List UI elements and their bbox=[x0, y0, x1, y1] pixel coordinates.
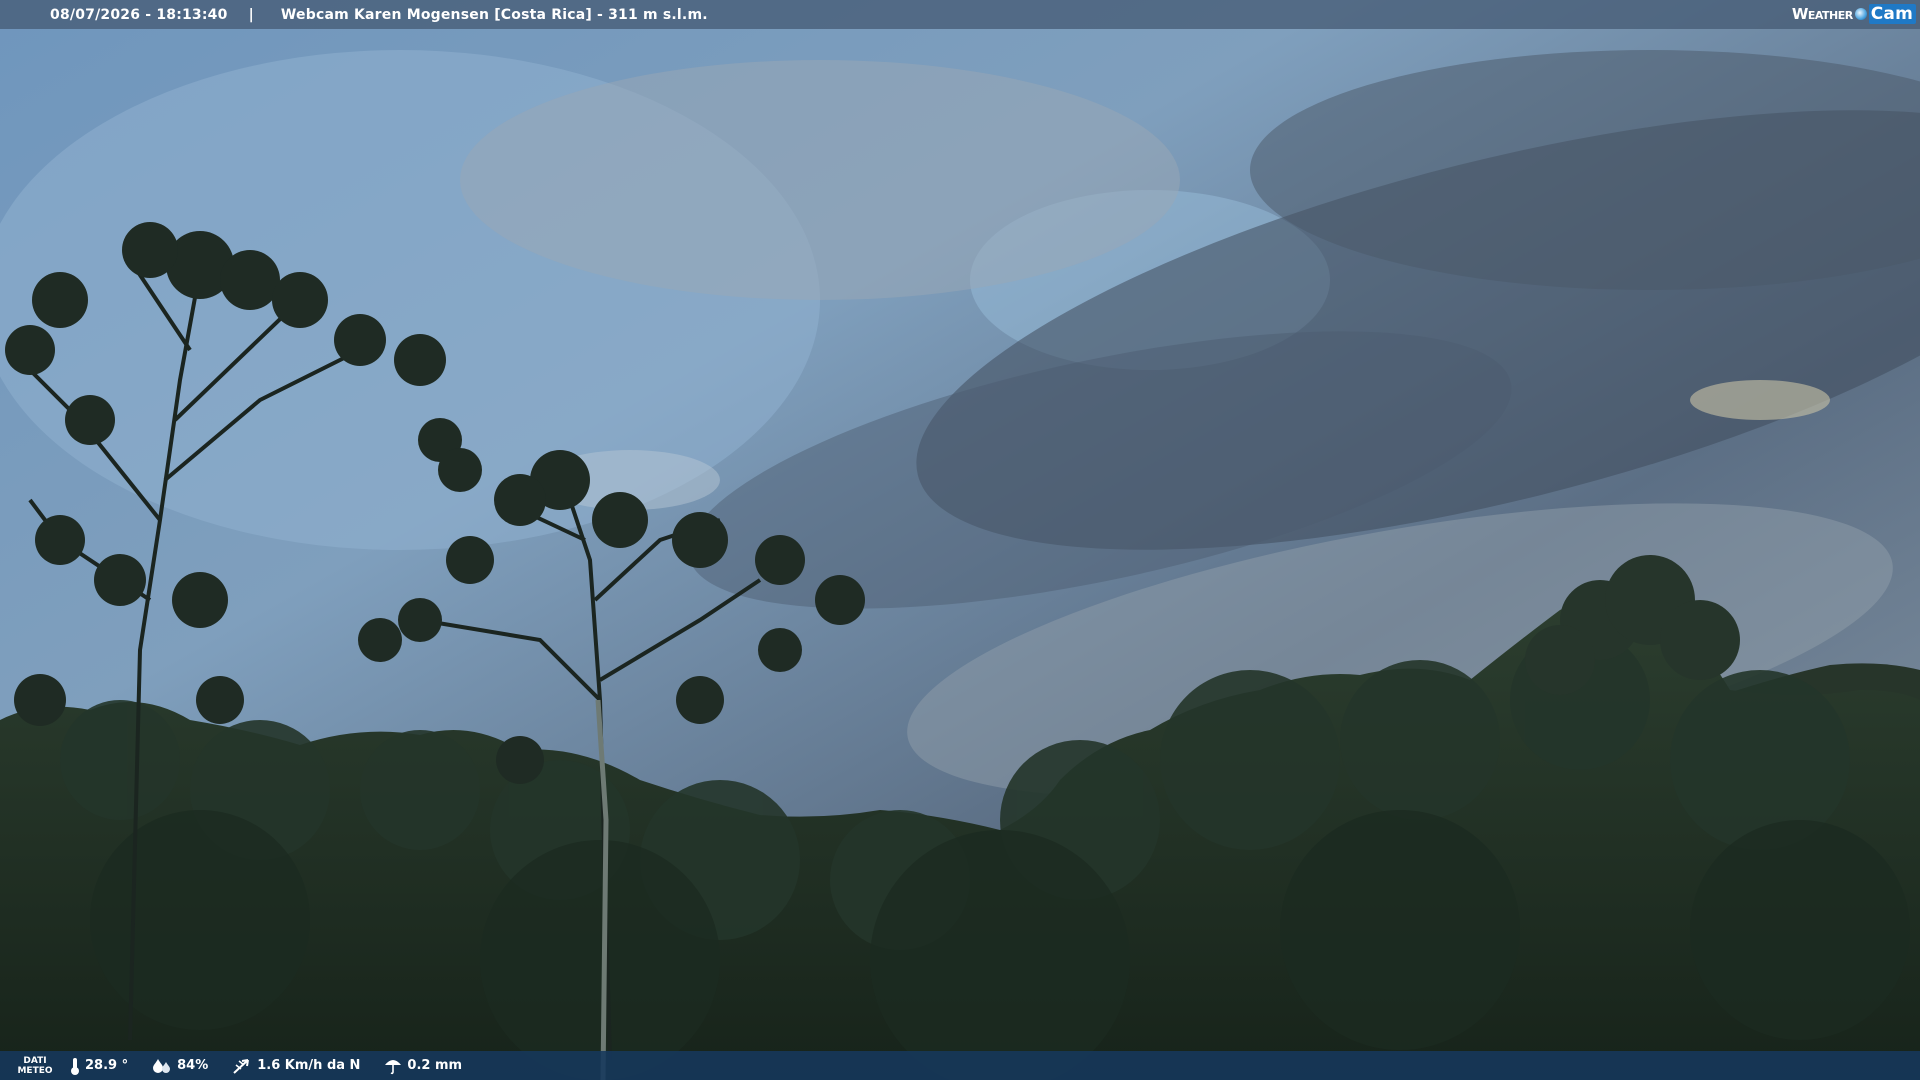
separator: | bbox=[248, 6, 254, 23]
webcam-title: Webcam Karen Mogensen [Costa Rica] - 311… bbox=[280, 6, 708, 23]
temperature-reading: 28.9 ° bbox=[70, 1057, 128, 1075]
weathercam-logo: Weather Cam bbox=[1792, 3, 1916, 25]
webcam-image bbox=[0, 0, 1920, 1080]
wind-value: 1.6 Km/h da N bbox=[257, 1058, 361, 1073]
timestamp: 08/07/2026 - 18:13:40 bbox=[50, 6, 228, 23]
wind-arrow-icon bbox=[233, 1058, 250, 1074]
top-info-bar: 08/07/2026 - 18:13:40 | Webcam Karen Mog… bbox=[0, 0, 1920, 29]
wind-reading: 1.6 Km/h da N bbox=[232, 1057, 360, 1075]
thermometer-icon bbox=[71, 1057, 79, 1075]
humidity-drops-icon bbox=[153, 1058, 171, 1073]
rain-value: 0.2 mm bbox=[407, 1058, 463, 1073]
weather-data-bar: DATI METEO 28.9 ° 84% 1.6 Km/h da N 0.2 … bbox=[0, 1051, 1920, 1080]
umbrella-icon bbox=[385, 1059, 402, 1074]
rain-reading: 0.2 mm bbox=[384, 1057, 462, 1075]
logo-word-weather: Weather bbox=[1791, 5, 1853, 23]
humidity-reading: 84% bbox=[152, 1057, 208, 1075]
weather-label: DATI METEO bbox=[17, 1055, 53, 1076]
temperature-value: 28.9 ° bbox=[85, 1058, 129, 1073]
humidity-value: 84% bbox=[177, 1058, 209, 1073]
globe-icon bbox=[1854, 8, 1867, 20]
logo-word-cam: Cam bbox=[1868, 4, 1916, 24]
